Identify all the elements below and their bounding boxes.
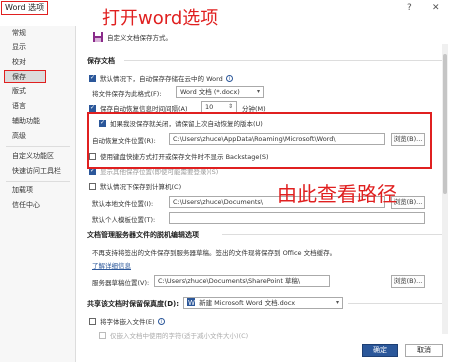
offline-note: 不再支持将签出的文件保存到服务器草稿。签出的文件现将保存到 Office 文档缓… (92, 249, 337, 257)
sidebar-item-display[interactable]: 显示 (0, 41, 75, 54)
sidebar-item-advanced[interactable]: 高级 (0, 130, 75, 143)
sidebar-item-general[interactable]: 常规 (0, 27, 75, 40)
section-share-fidelity: 共享该文档时保留保真度(D): (87, 300, 180, 308)
draft-location-label: 服务器草稿位置(V): (92, 279, 150, 287)
embed-used-chars-checkbox (99, 331, 106, 339)
chevron-down-icon: ▾ (335, 299, 339, 306)
template-location-label: 默认个人模板位置(T): (92, 216, 156, 224)
interval-value: 10 (205, 103, 214, 111)
sidebar-item-language[interactable]: 语言 (0, 100, 75, 113)
autosave-checkbox[interactable] (89, 74, 96, 82)
autosave-label: 默认情况下，自动保存存储在云中的 Word (100, 75, 223, 83)
word-doc-icon: W (187, 298, 195, 307)
close-icon[interactable]: ✕ (432, 3, 440, 13)
format-select[interactable]: Word 文档 (*.docx) ▾ (176, 86, 264, 98)
save-page-icon (93, 32, 103, 42)
sidebar-item-trust-center[interactable]: 信任中心 (0, 199, 75, 212)
section-offline-editing: 文档管理服务器文件的脱机编辑选项 (87, 231, 199, 239)
draft-location-field[interactable]: C:\Users\zhuce\Documents\SharePoint 草稿\ (154, 275, 330, 287)
window-title: Word 选项 (1, 1, 49, 15)
sidebar-item-quick-access[interactable]: 快速访问工具栏 (0, 165, 75, 178)
sidebar-item-customize-ribbon[interactable]: 自定义功能区 (0, 150, 75, 163)
template-location-field[interactable] (169, 212, 425, 224)
cancel-button[interactable]: 取消 (405, 344, 443, 357)
local-location-label: 默认本地文件位置(I): (92, 200, 154, 208)
format-select-value: Word 文档 (*.docx) (180, 88, 240, 96)
section-divider (124, 60, 442, 61)
section-save-documents: 保存文档 (87, 57, 115, 65)
annotation-view-path: 由此查看路径 (277, 182, 397, 206)
sidebar-item-typography[interactable]: 版式 (0, 85, 75, 98)
ok-button[interactable]: 确定 (362, 344, 398, 357)
embed-fonts-checkbox[interactable] (89, 317, 96, 325)
fidelity-document-select[interactable]: W 新建 Microsoft Word 文档.docx ▾ (183, 297, 343, 309)
sidebar-item-save[interactable]: 保存 (4, 70, 46, 83)
default-computer-option[interactable]: 默认情况下保存到计算机(C) (89, 181, 181, 191)
section-divider (222, 234, 442, 235)
spinner-arrows-icon[interactable]: ⇕ (228, 102, 233, 112)
sidebar-item-proofing[interactable]: 校对 (0, 56, 75, 69)
header: 自定义文档保存方式。 (92, 31, 172, 43)
autorecover-interval-checkbox[interactable] (89, 104, 96, 112)
autosave-option[interactable]: 默认情况下，自动保存存储在云中的 Word i (89, 73, 233, 83)
embed-used-chars-option: 仅嵌入文档中使用的字符(适于减小文件大小)(C) (99, 330, 248, 340)
fidelity-document-value: 新建 Microsoft Word 文档.docx (199, 299, 296, 307)
browse-draft-button[interactable]: 浏览(B)... (391, 275, 425, 288)
sidebar-divider (6, 181, 70, 182)
header-description: 自定义文档保存方式。 (107, 34, 172, 42)
section-divider (348, 303, 442, 304)
chevron-down-icon: ▾ (256, 88, 260, 95)
svg-text:W: W (188, 299, 195, 306)
default-computer-checkbox[interactable] (89, 182, 96, 190)
info-icon: i (225, 74, 233, 82)
title-bar: Word 选项 ? ✕ (0, 0, 450, 18)
format-label: 将文件保存为此格式(F): (92, 90, 162, 98)
sidebar-item-addins[interactable]: 加载项 (0, 184, 75, 197)
embed-fonts-option[interactable]: 将字体嵌入文件(E) i (89, 316, 165, 326)
embed-used-chars-label: 仅嵌入文档中使用的字符(适于减小文件大小)(C) (110, 332, 249, 340)
sidebar-item-accessibility[interactable]: 辅助功能 (0, 115, 75, 128)
scrollbar[interactable] (442, 44, 448, 334)
sidebar: 常规 显示 校对 保存 版式 语言 辅助功能 高级 自定义功能区 快速访问工具栏… (0, 26, 76, 362)
sidebar-divider (6, 146, 70, 147)
highlight-autorecover-box (87, 112, 432, 169)
scrollbar-thumb[interactable] (443, 54, 447, 194)
annotation-open-options: 打开word选项 (102, 8, 219, 29)
default-computer-label: 默认情况下保存到计算机(C) (100, 183, 182, 191)
help-icon[interactable]: ? (407, 3, 412, 13)
learn-more-link[interactable]: 了解详细信息 (92, 260, 131, 270)
embed-fonts-label: 将字体嵌入文件(E) (100, 318, 155, 326)
info-icon: i (157, 317, 165, 325)
